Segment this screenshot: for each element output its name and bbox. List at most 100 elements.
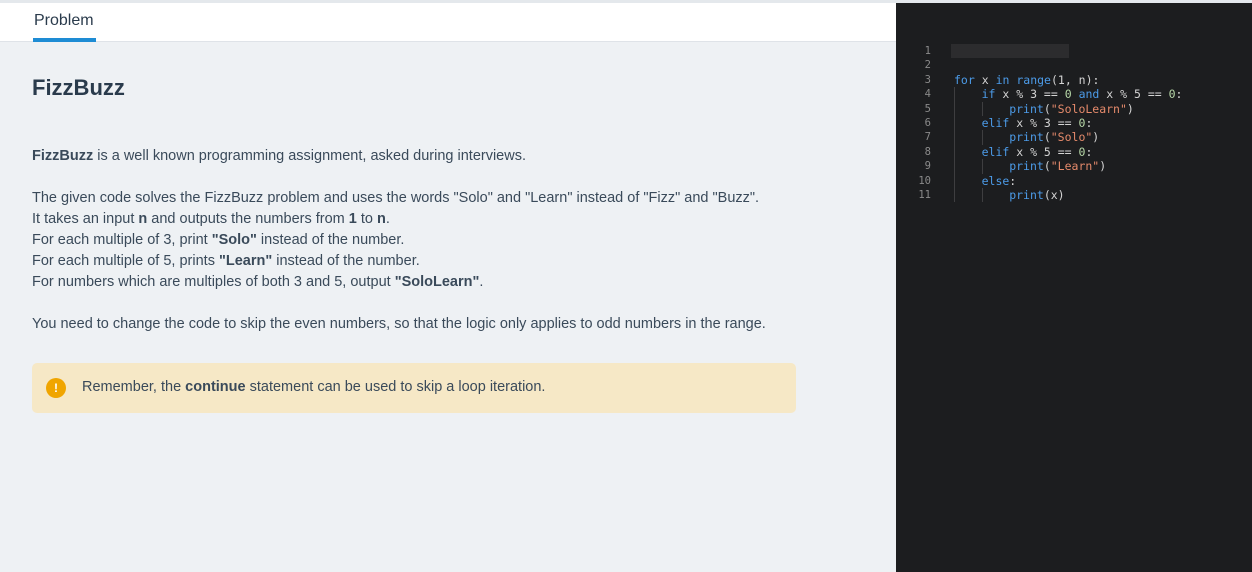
code-area[interactable]: n = int(input()) for x in range(1, n): i… — [951, 44, 1183, 203]
hint-box: ! Remember, the continue statement can b… — [32, 363, 796, 413]
description-line-1: The given code solves the FizzBuzz probl… — [32, 190, 760, 206]
line-number: 1 — [924, 45, 931, 57]
code-line-8[interactable]: elif x % 5 == 0: — [954, 144, 1182, 160]
indent-guide — [981, 187, 983, 203]
line4-text-b: instead of the number. — [272, 253, 420, 269]
code-editor[interactable]: 1 2 3 4 5 6 7 8 9 10 11 n = int(input())… — [896, 3, 1252, 572]
indent-guide — [954, 159, 955, 174]
line-number: 9 — [924, 160, 931, 173]
code-token: "Learn" — [1050, 159, 1100, 174]
code-token: ( — [1043, 159, 1051, 174]
problem-title: FizzBuzz — [32, 75, 125, 100]
task-paragraph: You need to change the code to skip the … — [32, 316, 766, 332]
code-line-10[interactable]: else: — [954, 173, 1182, 188]
code-token: ) — [1092, 130, 1100, 145]
hint-text-b: statement can be used to skip a loop ite… — [245, 379, 546, 395]
code-token: else — [981, 173, 1010, 188]
line2-bold-n: n — [138, 211, 148, 227]
code-token: range — [1016, 72, 1051, 87]
code-token: print — [1009, 130, 1044, 145]
code-token: print — [1009, 187, 1044, 202]
problem-panel: Problem FizzBuzz FizzBuzz is a well know… — [0, 3, 896, 572]
hint-bold: continue — [185, 379, 246, 395]
description-line-2: It takes an input n and outputs the numb… — [32, 209, 852, 230]
hint-text-a: Remember, the — [82, 379, 186, 395]
line3-text-a: For each multiple of 3, print — [32, 232, 212, 248]
code-token: for — [954, 72, 975, 87]
code-line-7[interactable]: print("Solo") — [954, 130, 1182, 145]
line2-text-c: to — [356, 211, 377, 227]
code-line-6[interactable]: elif x % 3 == 0: — [954, 115, 1182, 131]
line3-text-b: instead of the number. — [256, 232, 405, 248]
description-line-3: For each multiple of 3, print "Solo" ins… — [32, 230, 852, 251]
code-line-11[interactable]: print(x) — [954, 187, 1182, 203]
code-line-9[interactable]: print("Learn") — [954, 159, 1182, 174]
code-token: and — [1078, 87, 1100, 102]
code-token: x % 5 == — [1009, 144, 1079, 159]
code-token: if — [981, 87, 996, 102]
code-token: x % 3 == — [995, 87, 1065, 102]
code-token: 0 — [1064, 87, 1072, 102]
code-token: print — [1009, 159, 1044, 174]
code-token: : — [1009, 173, 1017, 188]
code-line-1[interactable]: n = int(input()) — [951, 44, 1182, 59]
line-number: 5 — [924, 102, 931, 115]
indent-guide — [954, 115, 955, 131]
indent-guide — [954, 173, 955, 188]
code-line-5[interactable]: print("SoloLearn") — [954, 101, 1182, 116]
line-number: 11 — [918, 188, 931, 201]
warning-icon: ! — [46, 378, 66, 398]
code-token: "Solo" — [1050, 130, 1093, 145]
description-line-5: For numbers which are multiples of both … — [32, 272, 852, 293]
line-number: 7 — [924, 131, 931, 144]
line4-text-a: For each multiple of 5, prints — [32, 253, 219, 269]
indent-guide — [954, 130, 955, 145]
line-number: 4 — [924, 88, 931, 101]
code-token: elif — [981, 115, 1010, 130]
indent-guide — [954, 144, 955, 160]
indent-guide — [954, 87, 955, 102]
line2-bold-one: 1 — [348, 211, 357, 227]
code-token: x — [974, 72, 996, 87]
code-token: : — [1085, 144, 1093, 159]
intro-paragraph: FizzBuzz is a well known programming ass… — [32, 146, 852, 167]
problem-description: FizzBuzz is a well known programming ass… — [32, 146, 852, 335]
tab-bar: Problem — [0, 3, 896, 42]
line2-text-d: . — [385, 211, 390, 227]
line5-text-a: For numbers which are multiples of both … — [32, 274, 395, 290]
code-token: : — [1175, 87, 1183, 102]
indent-guide — [981, 159, 983, 174]
tab-problem[interactable]: Problem — [33, 3, 96, 42]
code-token: : — [1085, 115, 1093, 130]
tab-active-indicator — [33, 38, 96, 42]
description-line-4: For each multiple of 5, prints "Learn" i… — [32, 251, 852, 272]
code-token: (1, n): — [1050, 72, 1100, 87]
code-token: ( — [1043, 130, 1051, 145]
code-token: in — [995, 72, 1010, 87]
code-token: elif — [981, 144, 1010, 159]
line5-text-b: . — [479, 274, 484, 290]
code-line-2[interactable] — [954, 58, 1182, 72]
line-number-gutter: 1 2 3 4 5 6 7 8 9 10 11 — [896, 44, 936, 202]
line-number: 2 — [924, 59, 931, 72]
code-token: ) — [1099, 159, 1107, 174]
intro-bold: FizzBuzz — [32, 148, 94, 164]
indent-guide — [954, 101, 955, 116]
line-number: 6 — [924, 116, 931, 129]
code-token: 0 — [1168, 87, 1176, 102]
current-line-highlight — [951, 44, 1069, 59]
indent-guide — [954, 187, 955, 203]
code-token: x % 5 == — [1099, 87, 1169, 102]
line5-bold: "SoloLearn" — [394, 274, 480, 290]
line4-bold: "Learn" — [218, 253, 273, 269]
code-token: ) — [1126, 101, 1134, 116]
code-token: print — [1009, 101, 1044, 116]
code-line-3[interactable]: for x in range(1, n): — [954, 73, 1182, 87]
line2-bold-n2: n — [377, 211, 386, 227]
code-token: x % 3 == — [1009, 115, 1079, 130]
code-token: (x) — [1043, 187, 1065, 202]
code-line-4[interactable]: if x % 3 == 0 and x % 5 == 0: — [954, 87, 1183, 102]
line-number: 8 — [924, 145, 931, 158]
line2-text-a: It takes an input — [32, 211, 139, 227]
indent-guide — [981, 101, 983, 116]
